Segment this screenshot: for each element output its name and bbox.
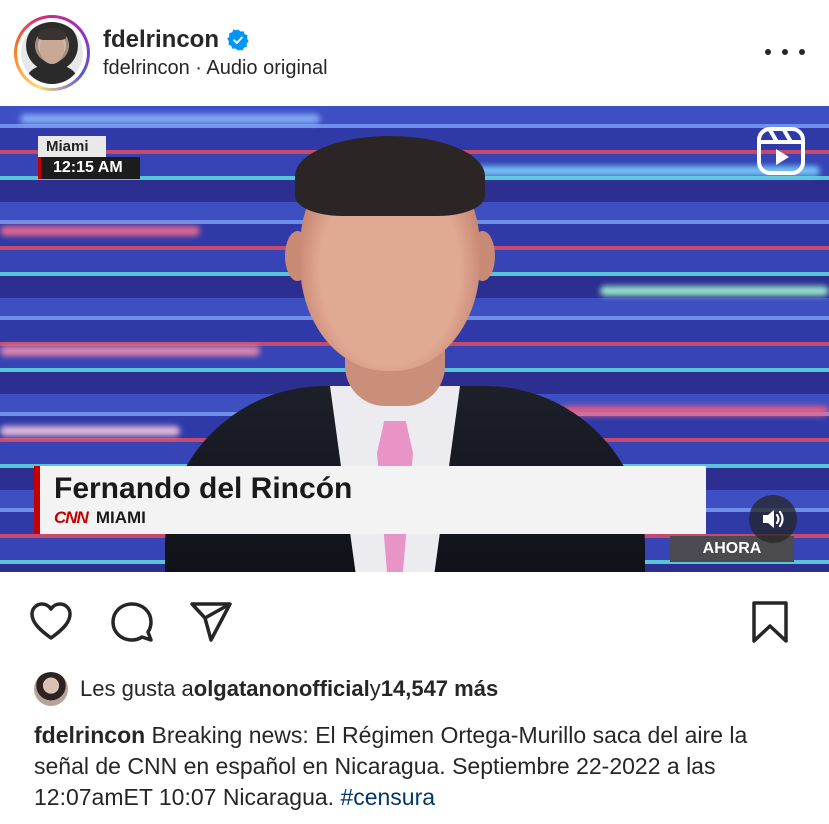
likes-middle: y <box>369 676 381 701</box>
username[interactable]: fdelrincon <box>103 26 219 54</box>
audio-link[interactable]: Audio original <box>206 57 327 79</box>
send-icon[interactable] <box>189 600 233 644</box>
lower-third-location: MIAMI <box>95 508 146 527</box>
caption-username[interactable]: fdelrincon <box>34 722 145 748</box>
avatar-gap <box>17 18 87 88</box>
action-bar <box>0 572 829 668</box>
sound-button[interactable] <box>749 495 797 543</box>
heart-icon[interactable] <box>29 600 73 644</box>
caption: fdelrincon Breaking news: El Régimen Ort… <box>34 720 804 813</box>
avatar-body <box>27 64 77 84</box>
location-time-bug: Miami 12:15 AM <box>38 136 140 179</box>
anchor-hair <box>295 136 485 216</box>
bookmark-icon[interactable] <box>748 600 792 644</box>
avatar-hair <box>38 28 66 40</box>
bg-streak <box>20 114 320 124</box>
cnn-logo: CNN <box>54 508 89 527</box>
separator: · <box>189 57 207 79</box>
likes-prefix: Les gusta a <box>80 676 194 701</box>
post-header: fdelrincon fdelrincon · Audio original <box>0 0 829 106</box>
caption-hashtag[interactable]: #censura <box>340 784 435 810</box>
lower-third-name: Fernando del Rincón <box>54 472 353 505</box>
location-label: Miami <box>38 136 106 157</box>
reels-icon[interactable] <box>756 126 806 176</box>
lower-third-sub: CNN MIAMI <box>54 508 146 528</box>
lower-third: Fernando del Rincón CNN MIAMI <box>34 466 706 534</box>
post-subline: fdelrincon · Audio original <box>103 57 328 80</box>
author-link[interactable]: fdelrincon <box>103 57 190 79</box>
sound-on-icon <box>763 510 784 528</box>
story-ring[interactable] <box>14 15 90 91</box>
avatar <box>21 22 83 84</box>
verified-badge-icon <box>227 29 249 51</box>
reel-video[interactable]: Miami 12:15 AM Fernando del Rincón CNN M… <box>0 106 829 572</box>
username-row[interactable]: fdelrincon <box>103 26 249 54</box>
more-dot <box>765 49 771 55</box>
comment-icon[interactable] <box>110 600 154 644</box>
more-dot <box>799 49 805 55</box>
liker-avatar[interactable] <box>34 672 68 706</box>
time-label: 12:15 AM <box>38 157 140 179</box>
more-options-icon[interactable] <box>765 40 805 64</box>
likes-count[interactable]: 14,547 más <box>381 676 498 702</box>
more-dot <box>782 49 788 55</box>
likes-row: Les gusta a olgatanonofficial y 14,547 m… <box>34 672 498 706</box>
liker-username[interactable]: olgatanonofficial <box>194 676 370 702</box>
